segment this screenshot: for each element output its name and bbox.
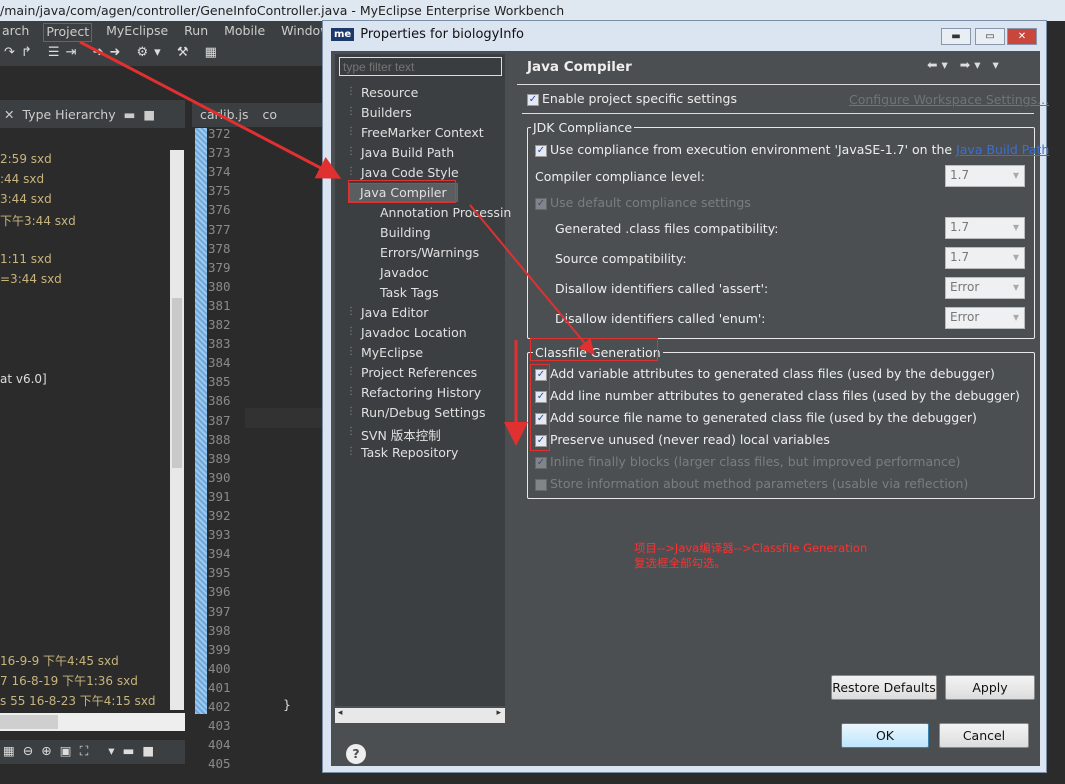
arrow-compiler-to-classfile (469, 204, 595, 356)
arrow-project-to-compiler (79, 40, 342, 179)
annotation-arrows (79, 40, 595, 446)
